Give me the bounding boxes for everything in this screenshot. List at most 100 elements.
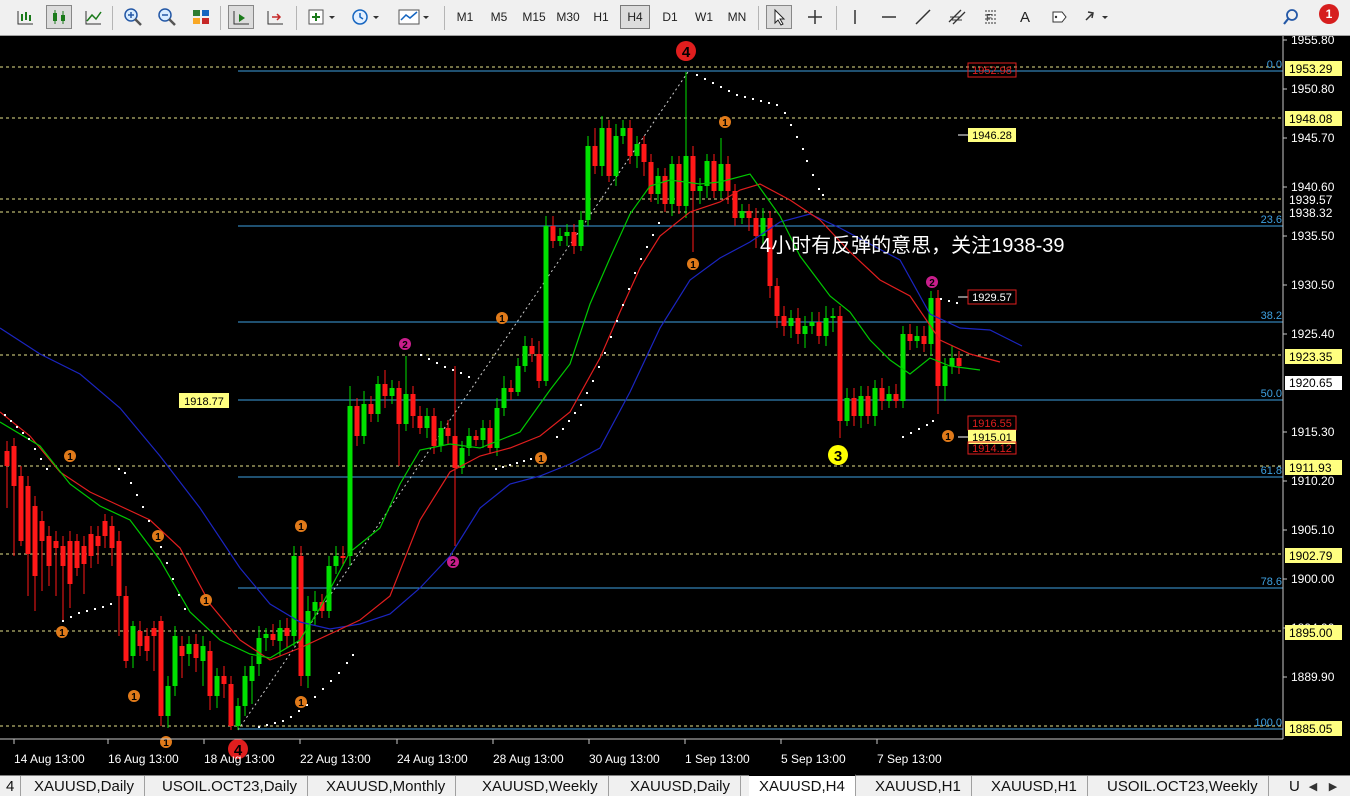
candle-body: [627, 128, 633, 156]
tab-xauusd-monthly[interactable]: XAUUSD,Monthly: [316, 776, 457, 796]
small-wave-label: 2: [450, 558, 456, 569]
templates-icon[interactable]: [394, 5, 434, 29]
time-axis-label: 28 Aug 13:00: [493, 752, 564, 766]
text-tool-icon[interactable]: A: [1012, 5, 1038, 29]
tab-scroll-right-icon[interactable]: ▶: [1326, 778, 1340, 794]
fib-label-78-6: 78.6: [1261, 576, 1282, 588]
candle-body: [606, 128, 612, 176]
timeframe-m1-button[interactable]: M1: [450, 5, 480, 29]
price-axis-label: 1945.70: [1291, 131, 1335, 145]
timeframe-m30-button[interactable]: M30: [552, 5, 584, 29]
sar-dot: [178, 594, 180, 596]
time-axis[interactable]: 14 Aug 13:00 16 Aug 13:00 18 Aug 13:00 22 A…: [13, 739, 942, 766]
candle-body: [340, 556, 346, 558]
tile-windows-icon[interactable]: [188, 5, 214, 29]
candle-body: [515, 366, 521, 392]
zoom-in-icon[interactable]: [120, 5, 146, 29]
sar-dot: [744, 96, 746, 98]
candle-body: [221, 676, 227, 684]
candle-body: [81, 546, 87, 564]
candle-body: [32, 506, 38, 576]
sar-dot: [166, 562, 168, 564]
timeframe-mn-button[interactable]: MN: [722, 5, 752, 29]
tab-usoil-weekly[interactable]: USOIL.OCT23,Weekly: [1097, 776, 1269, 796]
periods-clock-icon[interactable]: [348, 5, 384, 29]
crosshair-icon[interactable]: [802, 5, 828, 29]
timeframe-m15-button[interactable]: M15: [518, 5, 550, 29]
candle-body: [172, 636, 178, 686]
sar-dot: [346, 662, 348, 664]
candle-body: [669, 164, 675, 204]
timeframe-h4-button[interactable]: H4: [620, 5, 650, 29]
candle-body: [88, 534, 94, 556]
sar-dot: [796, 136, 798, 138]
timeframe-h1-button[interactable]: H1: [586, 5, 616, 29]
candle-body: [879, 388, 885, 401]
candle-body: [116, 541, 122, 596]
auto-scroll-icon[interactable]: [228, 5, 254, 29]
chart-shift-icon[interactable]: [262, 5, 288, 29]
candle-body: [151, 628, 157, 636]
candle-body: [354, 406, 360, 436]
sar-dot: [10, 420, 12, 422]
sar-dot: [130, 482, 132, 484]
candle-body: [830, 316, 836, 318]
candle-body: [46, 536, 52, 566]
tab-scroll-left-icon[interactable]: ◀: [1306, 778, 1320, 794]
fibonacci-icon[interactable]: F: [978, 5, 1004, 29]
candle-body: [536, 354, 542, 381]
sar-dot: [712, 82, 714, 84]
candle-body: [284, 628, 290, 636]
cursor-icon[interactable]: [766, 5, 792, 29]
sar-dot: [452, 369, 454, 371]
candle-body: [291, 556, 297, 636]
zoom-out-icon[interactable]: [154, 5, 180, 29]
sar-dot: [124, 472, 126, 474]
sar-dot: [282, 720, 284, 722]
box-label-1929: 1929.57: [972, 292, 1012, 304]
candle-body: [683, 156, 689, 206]
fibonacci-retracement[interactable]: [238, 70, 1283, 730]
arrows-tool-icon[interactable]: [1080, 5, 1114, 29]
time-axis-label: 7 Sep 13:00: [877, 752, 942, 766]
sar-dot: [523, 460, 525, 462]
chart-annotation[interactable]: 4小时有反弹的意思，关注1938-39: [760, 234, 1065, 257]
sar-dot: [34, 448, 36, 450]
svg-text:1939.57: 1939.57: [1289, 193, 1333, 207]
candle-body: [130, 626, 136, 656]
tab-xauusd-weekly[interactable]: XAUUSD,Weekly: [472, 776, 609, 796]
notification-badge[interactable]: 1: [1319, 4, 1339, 24]
tab-partial-left[interactable]: 4: [0, 776, 22, 796]
search-icon[interactable]: [1278, 5, 1304, 29]
vertical-line-icon[interactable]: [842, 5, 868, 29]
sar-dot: [118, 468, 120, 470]
sar-dot: [948, 300, 950, 302]
tab-xauusd-h4[interactable]: XAUUSD,H4: [749, 774, 856, 796]
timeframe-w1-button[interactable]: W1: [689, 5, 719, 29]
timeframe-d1-button[interactable]: D1: [655, 5, 685, 29]
price-axis-label: 1955.80: [1291, 36, 1335, 47]
tab-xauusd-daily[interactable]: XAUUSD,Daily: [24, 776, 146, 796]
bar-chart-icon[interactable]: [12, 5, 38, 29]
timeframe-m5-button[interactable]: M5: [484, 5, 514, 29]
candle-body: [802, 326, 808, 334]
svg-text:1885.05: 1885.05: [1289, 722, 1333, 736]
tab-xauusd-daily-2[interactable]: XAUUSD,Daily: [620, 776, 742, 796]
candle-body: [781, 316, 787, 326]
candlestick-icon[interactable]: [46, 5, 72, 29]
indicators-icon[interactable]: [304, 5, 340, 29]
horizontal-line-icon[interactable]: [876, 5, 902, 29]
sar-dot: [812, 174, 814, 176]
trendline-icon[interactable]: [910, 5, 936, 29]
line-chart-icon[interactable]: [80, 5, 106, 29]
tab-xauusd-h1-2[interactable]: XAUUSD,H1: [981, 776, 1088, 796]
left-level-label: 1918.77: [184, 396, 224, 408]
tab-xauusd-h1[interactable]: XAUUSD,H1: [865, 776, 972, 796]
candle-body: [956, 358, 962, 366]
price-chart[interactable]: 0.0 23.6 38.2 50.0 61.8 78.6 100.0 4 4 3…: [0, 36, 1350, 775]
channel-icon[interactable]: [944, 5, 970, 29]
box-label-1946: 1946.28: [972, 130, 1012, 142]
tab-usoil-daily[interactable]: USOIL.OCT23,Daily: [152, 776, 309, 796]
label-tool-icon[interactable]: [1046, 5, 1072, 29]
sar-dot: [298, 710, 300, 712]
